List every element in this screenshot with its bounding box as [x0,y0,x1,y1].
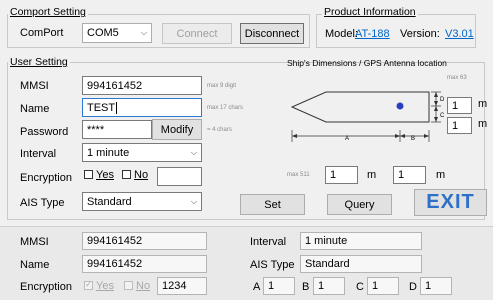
readback-mmsi-label: MMSI [20,236,49,248]
interval-select[interactable]: 1 minute ⌵ [82,143,202,162]
dim-b-input[interactable]: 1 [393,166,426,184]
password-input[interactable]: **** [82,120,152,139]
checkbox-box [124,281,133,290]
dim-c-unit: m [478,118,488,130]
connect-button[interactable]: Connect [162,23,232,44]
readback-b-value: 1 [313,277,345,295]
checkbox-checked-icon [84,279,93,290]
product-group-title: Product Information [322,6,418,18]
model-link[interactable]: AT-188 [355,28,390,40]
readback-encryption-label: Encryption [20,281,72,293]
dim-label-b: B [411,136,416,142]
model-label: Model: [325,28,359,40]
readback-ais-type-value: Standard [300,255,422,273]
readback-ais-type-label: AIS Type [250,259,295,271]
dim-b-unit: m [436,169,446,181]
readback-yes-label: Yes [96,280,114,292]
query-button[interactable]: Query [327,194,392,215]
dim-a-unit: m [367,169,377,181]
modify-button[interactable]: Modify [152,119,202,140]
readback-d-value: 1 [420,277,452,295]
encryption-key-input[interactable] [157,167,202,186]
dim-label-c: C [440,113,445,119]
text-caret [116,101,118,114]
version-label: Version: [400,28,440,40]
readback-encryption-key: 1234 [157,277,207,295]
readback-mmsi-value: 994161452 [82,232,207,250]
readback-no-label: No [136,280,151,292]
dim-d-unit: m [478,98,488,110]
readback-d-label: D [409,281,417,293]
readback-b-label: B [302,281,310,293]
readback-c-value: 1 [367,277,399,295]
readback-a-value: 1 [263,277,295,295]
name-input[interactable]: TEST [82,98,202,117]
dim-label-d: D [440,97,445,103]
password-hint: = 4 chars [207,127,232,133]
dim-d-input[interactable]: 1 [447,97,472,114]
mmsi-input[interactable]: 994161452 [82,76,202,95]
dim-a-input[interactable]: 1 [325,166,358,184]
encryption-yes-label: Yes [96,169,114,181]
comport-label: ComPort [20,27,64,39]
user-setting-title: User Setting [8,56,70,68]
readback-yes-checkbox: Yes [84,279,114,292]
ais-type-select-value: Standard [87,195,132,208]
max63-hint: max 63 [447,75,467,81]
ship-outline [290,91,430,123]
mmsi-label: MMSI [20,80,49,92]
comport-select-value: COM5 [87,27,119,39]
name-input-value: TEST [87,101,116,114]
readback-name-label: Name [20,259,50,271]
readback-name-value: 994161452 [82,255,207,273]
encryption-no-checkbox[interactable]: No [122,169,148,181]
gps-antenna-dot [396,102,404,110]
readback-a-label: A [253,281,261,293]
disconnect-button[interactable]: Disconnect [240,23,304,44]
interval-label: Interval [20,148,57,160]
encryption-yes-checkbox[interactable]: Yes [84,169,114,181]
readback-interval-label: Interval [250,236,287,248]
ship-dimensions-diagram [290,91,441,142]
chevron-down-icon: ⌵ [190,196,197,206]
name-hint: max 17 chars [207,105,244,111]
comport-group-title: Comport Setting [8,6,88,18]
readback-interval-value: 1 minute [300,232,422,250]
password-label: Password [20,126,69,138]
chevron-down-icon: ⌵ [190,147,197,157]
dimensions-title: Ship's Dimensions / GPS Antenna location [287,58,447,68]
dim-label-a: A [345,136,350,142]
dim-c-input[interactable]: 1 [447,117,472,134]
ais-type-label: AIS Type [20,197,65,209]
interval-select-value: 1 minute [87,146,130,159]
set-button[interactable]: Set [240,194,305,215]
checkbox-box [84,170,93,179]
readback-no-checkbox: No [124,280,150,292]
version-link[interactable]: V3.01 [445,28,474,40]
max511-hint: max 511 [287,172,310,178]
mmsi-hint: max 9 digit [207,83,237,89]
encryption-no-label: No [134,169,149,181]
name-label: Name [20,103,50,115]
chevron-down-icon: ⌵ [140,28,147,37]
comport-select[interactable]: COM5 ⌵ [82,23,152,43]
checkbox-box [122,170,131,179]
encryption-label: Encryption [20,172,72,184]
readback-c-label: C [356,281,364,293]
exit-button[interactable]: EXIT [414,189,487,216]
ais-type-select[interactable]: Standard ⌵ [82,192,202,211]
